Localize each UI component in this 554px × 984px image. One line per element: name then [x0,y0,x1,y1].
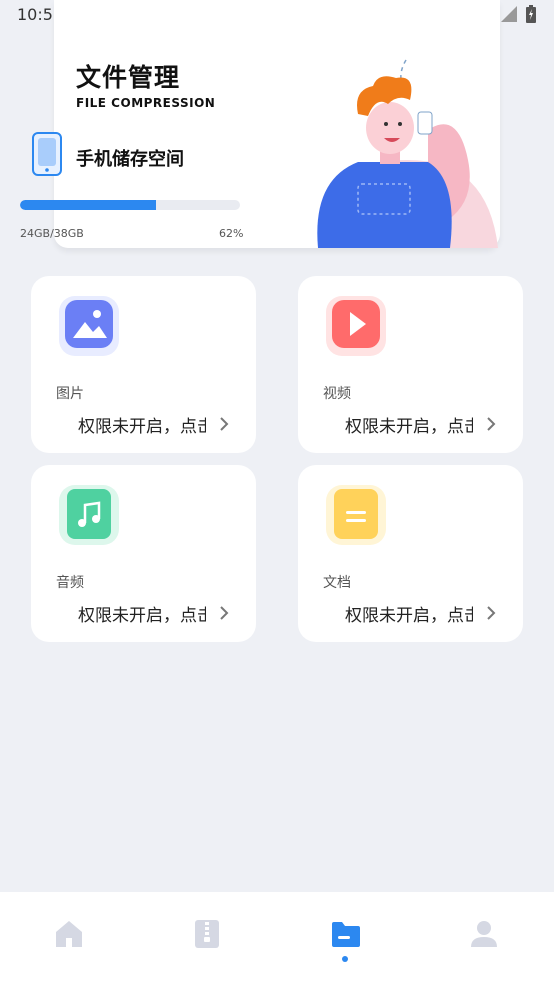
bottom-navigation [0,892,554,984]
category-label: 视频 [323,386,351,402]
category-label: 音频 [56,575,84,591]
image-icon [59,296,119,356]
storage-used: 24GB/38GB [20,227,84,240]
person-illustration [317,59,498,248]
chevron-right-icon[interactable] [486,605,496,621]
category-tile-audio[interactable]: 音频 权限未开启，点击开启 [31,465,256,642]
storage-percent: 62% [219,227,244,240]
category-tile-documents[interactable]: 文档 权限未开启，点击开启 [298,465,523,642]
page-subtitle: FILE COMPRESSION [76,96,216,110]
category-label: 文档 [323,575,351,591]
document-icon [326,485,386,545]
signal-icon [501,6,517,22]
category-tile-images[interactable]: 图片 权限未开启，点击开启 [31,276,256,453]
home-icon[interactable] [53,918,85,950]
category-label: 图片 [56,386,84,402]
storage-progress-bar [20,200,240,210]
permission-status[interactable]: 权限未开启，点击开启 [345,412,473,437]
zip-file-icon[interactable] [191,918,223,950]
storage-label: 手机储存空间 [76,149,184,170]
user-icon[interactable] [468,918,500,950]
phone-icon [32,132,62,176]
active-tab-indicator [342,956,348,962]
permission-status[interactable]: 权限未开启，点击开启 [345,601,473,626]
category-tile-videos[interactable]: 视频 权限未开启，点击开启 [298,276,523,453]
storage-progress-fill [20,200,157,210]
battery-icon [526,5,536,23]
music-icon [59,485,119,545]
chevron-right-icon[interactable] [486,416,496,432]
video-play-icon [326,296,386,356]
chevron-right-icon[interactable] [219,605,229,621]
chevron-right-icon[interactable] [219,416,229,432]
permission-status[interactable]: 权限未开启，点击开启 [78,601,206,626]
folder-icon[interactable] [330,918,362,950]
permission-status[interactable]: 权限未开启，点击开启 [78,412,206,437]
page-title: 文件管理 [76,63,181,92]
